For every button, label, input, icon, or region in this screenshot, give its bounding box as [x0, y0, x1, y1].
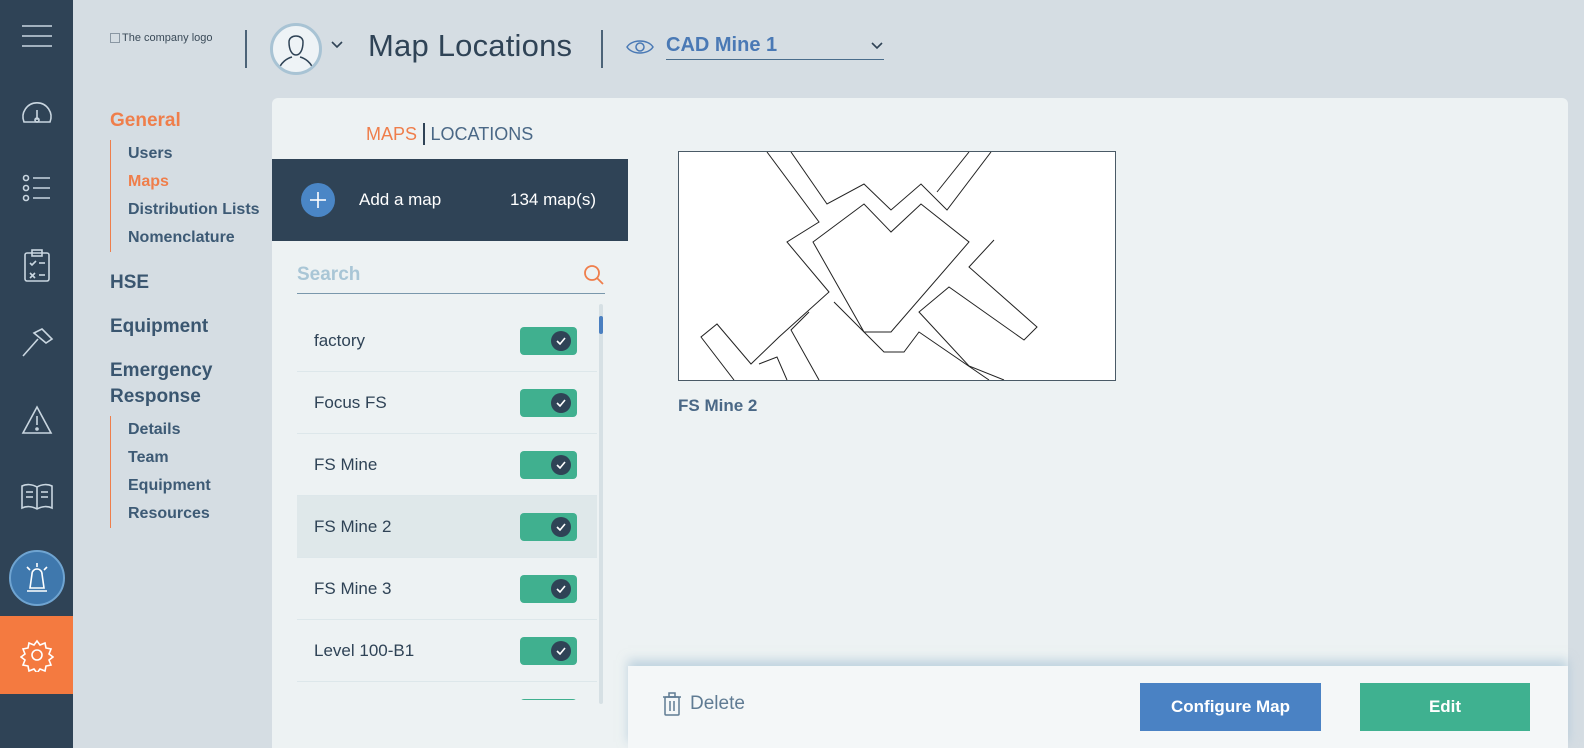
broken-image-icon: [110, 33, 120, 43]
nav-item-users[interactable]: Users: [128, 140, 260, 168]
settings-nav: General Users Maps Distribution Lists No…: [110, 108, 260, 528]
nav-general-items: Users Maps Distribution Lists Nomenclatu…: [110, 140, 260, 252]
check-icon: [556, 460, 566, 469]
edit-button[interactable]: Edit: [1360, 683, 1530, 731]
clipboard-icon[interactable]: [0, 236, 73, 296]
enabled-toggle[interactable]: [520, 636, 577, 665]
main-panel: MAPS LOCATIONS Add a map 134 map(s) fact…: [272, 98, 1568, 748]
chevron-down-icon[interactable]: [330, 40, 344, 50]
check-icon: [556, 398, 566, 407]
hammer-icon[interactable]: [0, 313, 73, 373]
delete-label: Delete: [690, 693, 745, 714]
tab-maps[interactable]: MAPS: [366, 124, 417, 145]
check-icon: [556, 646, 566, 655]
configure-map-button[interactable]: Configure Map: [1140, 683, 1321, 731]
chevron-down-icon: [871, 41, 883, 49]
nav-item-details[interactable]: Details: [128, 416, 260, 444]
map-name: FS Mine: [314, 454, 378, 474]
tab-locations[interactable]: LOCATIONS: [431, 124, 534, 145]
search-input[interactable]: [297, 263, 537, 286]
gear-icon: [19, 639, 54, 672]
trash-icon: [663, 692, 681, 716]
left-rail: [0, 0, 73, 748]
avatar[interactable]: [270, 23, 322, 75]
add-map-button[interactable]: [301, 183, 335, 217]
search-field: [297, 256, 605, 294]
add-map-bar: Add a map 134 map(s): [272, 159, 628, 241]
enabled-toggle[interactable]: [520, 388, 577, 417]
nav-item-team[interactable]: Team: [128, 444, 260, 472]
nav-item-nomenclature[interactable]: Nomenclature: [128, 224, 260, 252]
menu-icon[interactable]: [0, 6, 73, 66]
header-divider: [245, 30, 247, 68]
list-item[interactable]: FS Mine: [297, 434, 597, 496]
plus-icon: [310, 192, 326, 208]
check-icon: [556, 584, 566, 593]
site-selector-value: CAD Mine 1: [666, 34, 778, 56]
list-item[interactable]: factory: [297, 310, 597, 372]
list-icon[interactable]: [0, 158, 73, 218]
user-icon: [277, 35, 315, 72]
nav-section-emergency-response[interactable]: Emergency Response: [110, 358, 260, 410]
page-title: Map Locations: [368, 28, 573, 63]
map-name: FS Mine 2: [314, 516, 392, 536]
enabled-toggle[interactable]: [520, 574, 577, 603]
enabled-toggle[interactable]: [520, 326, 577, 355]
check-icon: [556, 336, 566, 345]
nav-item-maps[interactable]: Maps: [128, 168, 260, 196]
nav-emergency-items: Details Team Equipment Resources: [110, 416, 260, 528]
company-logo: The company logo: [110, 32, 213, 44]
nav-item-equipment[interactable]: Equipment: [128, 472, 260, 500]
list-scrollbar[interactable]: [599, 304, 603, 704]
nav-section-hse[interactable]: HSE: [110, 270, 260, 296]
scrollbar-thumb[interactable]: [599, 316, 603, 334]
map-list: factory Focus FS FS Mine FS Mine 2 FS Mi…: [297, 310, 597, 700]
nav-item-resources[interactable]: Resources: [128, 500, 260, 528]
settings-nav-item[interactable]: [0, 616, 73, 694]
logo-alt-text: The company logo: [122, 32, 213, 44]
map-name: Focus FS: [314, 392, 387, 412]
map-caption: FS Mine 2: [678, 396, 758, 415]
nav-item-distribution-lists[interactable]: Distribution Lists: [128, 196, 260, 224]
map-count: 134 map(s): [510, 190, 596, 209]
warning-icon[interactable]: [0, 390, 73, 450]
delete-button[interactable]: Delete: [662, 692, 745, 716]
tab-divider: [423, 123, 425, 145]
list-item-partial[interactable]: [297, 682, 597, 700]
header-divider: [601, 30, 603, 68]
tabs: MAPS LOCATIONS: [366, 123, 533, 145]
enabled-toggle[interactable]: [520, 698, 577, 700]
list-item[interactable]: Focus FS: [297, 372, 597, 434]
enabled-toggle[interactable]: [520, 450, 577, 479]
list-item[interactable]: FS Mine 3: [297, 558, 597, 620]
search-icon[interactable]: [583, 264, 605, 286]
add-map-label[interactable]: Add a map: [359, 190, 441, 210]
book-icon[interactable]: [0, 466, 73, 526]
check-icon: [556, 522, 566, 531]
map-name: factory: [314, 330, 366, 350]
map-name: Level 100-B1: [314, 640, 415, 660]
enabled-toggle[interactable]: [520, 512, 577, 541]
dashboard-icon[interactable]: [0, 83, 73, 143]
nav-section-equipment[interactable]: Equipment: [110, 314, 260, 340]
map-drawing: [700, 152, 1038, 380]
map-name: FS Mine 3: [314, 578, 392, 598]
list-item-selected[interactable]: FS Mine 2: [297, 496, 597, 558]
list-item[interactable]: Level 100-B1: [297, 620, 597, 682]
nav-section-general[interactable]: General: [110, 108, 260, 134]
site-selector[interactable]: CAD Mine 1: [626, 34, 884, 60]
map-preview[interactable]: [678, 151, 1116, 381]
action-footer: Delete Configure Map Edit: [628, 666, 1568, 748]
eye-icon: [626, 40, 654, 54]
alarm-nav-item[interactable]: [0, 548, 73, 608]
alarm-icon: [8, 550, 65, 606]
